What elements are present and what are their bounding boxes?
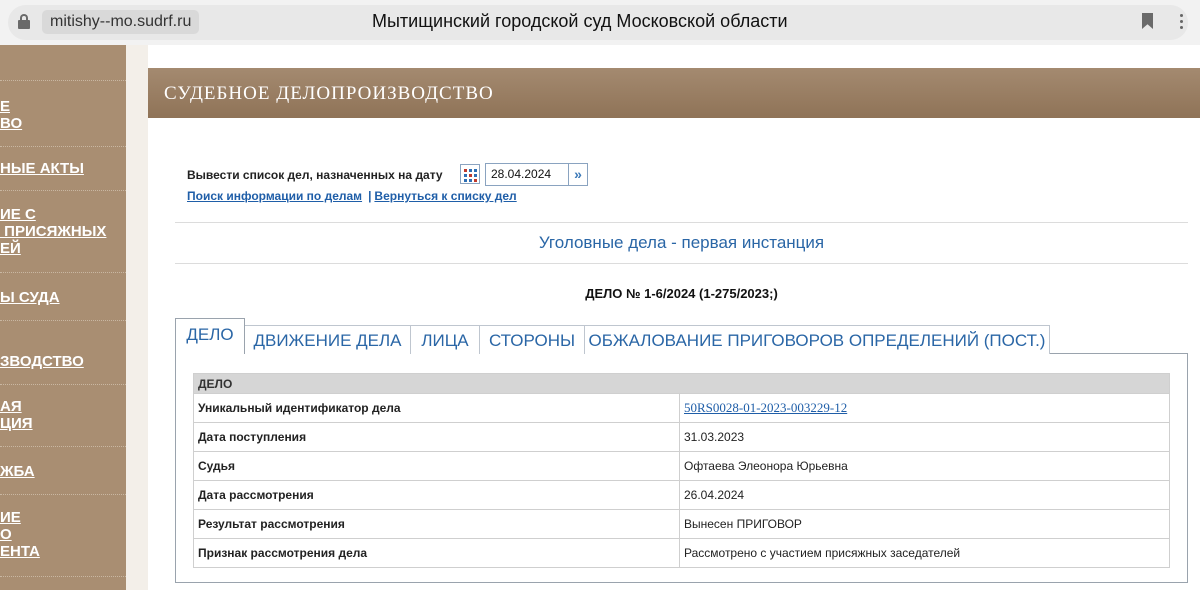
sidebar-divider bbox=[0, 272, 126, 273]
sidebar-divider bbox=[0, 80, 126, 81]
url-domain[interactable]: mitishy--mo.sudrf.ru bbox=[42, 10, 200, 34]
tab-case[interactable]: ДЕЛО bbox=[175, 318, 245, 354]
row-key: Судья bbox=[193, 451, 680, 481]
back-to-list-link[interactable]: Вернуться к списку дел bbox=[374, 189, 516, 203]
sidebar-divider bbox=[0, 576, 126, 577]
go-arrow-icon[interactable]: » bbox=[568, 163, 588, 186]
sidebar-item-4[interactable]: Ы СУДА bbox=[0, 289, 126, 306]
nav-links: Поиск информации по делам | Вернуться к сп… bbox=[187, 189, 517, 203]
sidebar-item-2[interactable]: НЫЕ АКТЫ bbox=[0, 160, 126, 177]
page-gutter bbox=[126, 45, 148, 590]
case-info-table: ДЕЛО Уникальный идентификатор дела 50RS0… bbox=[193, 373, 1170, 568]
section-title: Уголовные дела - первая инстанция bbox=[538, 233, 825, 252]
sidebar-divider bbox=[0, 384, 126, 385]
row-key: Признак рассмотрения дела bbox=[193, 538, 680, 568]
sidebar-item-5[interactable]: ЗВОДСТВО bbox=[0, 353, 126, 370]
date-filter-label: Вывести список дел, назначенных на дату bbox=[187, 168, 443, 182]
lock-icon[interactable] bbox=[18, 14, 30, 29]
tab-persons[interactable]: ЛИЦА bbox=[410, 325, 480, 354]
case-uid-link[interactable]: 50RS0028-01-2023-003229-12 bbox=[684, 400, 847, 415]
row-key: Дата рассмотрения bbox=[193, 480, 680, 510]
table-header: ДЕЛО bbox=[193, 373, 1170, 394]
divider bbox=[175, 222, 1188, 223]
row-value: Рассмотрено с участием присяжных заседат… bbox=[679, 538, 1170, 568]
table-header-row: ДЕЛО bbox=[193, 373, 1170, 394]
search-cases-link[interactable]: Поиск информации по делам bbox=[187, 189, 362, 203]
row-value: 50RS0028-01-2023-003229-12 bbox=[679, 393, 1170, 423]
row-value: 31.03.2023 bbox=[679, 422, 1170, 452]
tab-appeals[interactable]: ОБЖАЛОВАНИЕ ПРИГОВОРОВ ОПРЕДЕЛЕНИЙ (ПОСТ… bbox=[584, 325, 1050, 354]
row-key: Результат рассмотрения bbox=[193, 509, 680, 539]
table-row: Дата поступления 31.03.2023 bbox=[193, 422, 1170, 452]
sidebar-item-7[interactable]: ЖБА bbox=[0, 463, 126, 480]
row-value: 26.04.2024 bbox=[679, 480, 1170, 510]
sidebar-item-3[interactable]: ИЕ С ПРИСЯЖНЫХ ЕЙ bbox=[0, 206, 126, 257]
table-row: Судья Офтаева Элеонора Юрьевна bbox=[193, 451, 1170, 481]
menu-icon[interactable] bbox=[1180, 14, 1184, 30]
divider bbox=[175, 263, 1188, 264]
table-row: Признак рассмотрения дела Рассмотрено с … bbox=[193, 538, 1170, 568]
row-key: Уникальный идентификатор дела bbox=[193, 393, 680, 423]
browser-toolbar: mitishy--mo.sudrf.ru Мытищинский городск… bbox=[0, 0, 1200, 45]
header-title: СУДЕБНОЕ ДЕЛОПРОИЗВОДСТВО bbox=[164, 83, 494, 104]
sidebar-divider bbox=[0, 446, 126, 447]
tab-parties[interactable]: СТОРОНЫ bbox=[479, 325, 585, 354]
row-value: Вынесен ПРИГОВОР bbox=[679, 509, 1170, 539]
sidebar-item-1[interactable]: Е ВО bbox=[0, 98, 126, 132]
calendar-icon[interactable] bbox=[460, 164, 480, 184]
sidebar-divider bbox=[0, 320, 126, 321]
table-row: Дата рассмотрения 26.04.2024 bbox=[193, 480, 1170, 510]
sidebar-divider bbox=[0, 494, 126, 495]
table-row: Результат рассмотрения Вынесен ПРИГОВОР bbox=[193, 509, 1170, 539]
page-title: Мытищинский городской суд Московской обл… bbox=[372, 11, 788, 31]
sidebar-item-8[interactable]: ИЕ О ЕНТА bbox=[0, 509, 126, 560]
row-value: Офтаева Элеонора Юрьевна bbox=[679, 451, 1170, 481]
tab-case-movement[interactable]: ДВИЖЕНИЕ ДЕЛА bbox=[244, 325, 411, 354]
table-row: Уникальный идентификатор дела 50RS0028-0… bbox=[193, 393, 1170, 423]
case-title: ДЕЛО № 1-6/2024 (1-275/2023;) bbox=[585, 286, 778, 301]
section-header: СУДЕБНОЕ ДЕЛОПРОИЗВОДСТВО bbox=[148, 68, 1200, 118]
row-key: Дата поступления bbox=[193, 422, 680, 452]
sidebar-divider bbox=[0, 146, 126, 147]
sidebar-divider bbox=[0, 190, 126, 191]
link-separator: | bbox=[368, 189, 372, 203]
sidebar-item-6[interactable]: АЯ ЦИЯ bbox=[0, 398, 126, 432]
date-input[interactable]: 28.04.2024 bbox=[485, 163, 569, 186]
